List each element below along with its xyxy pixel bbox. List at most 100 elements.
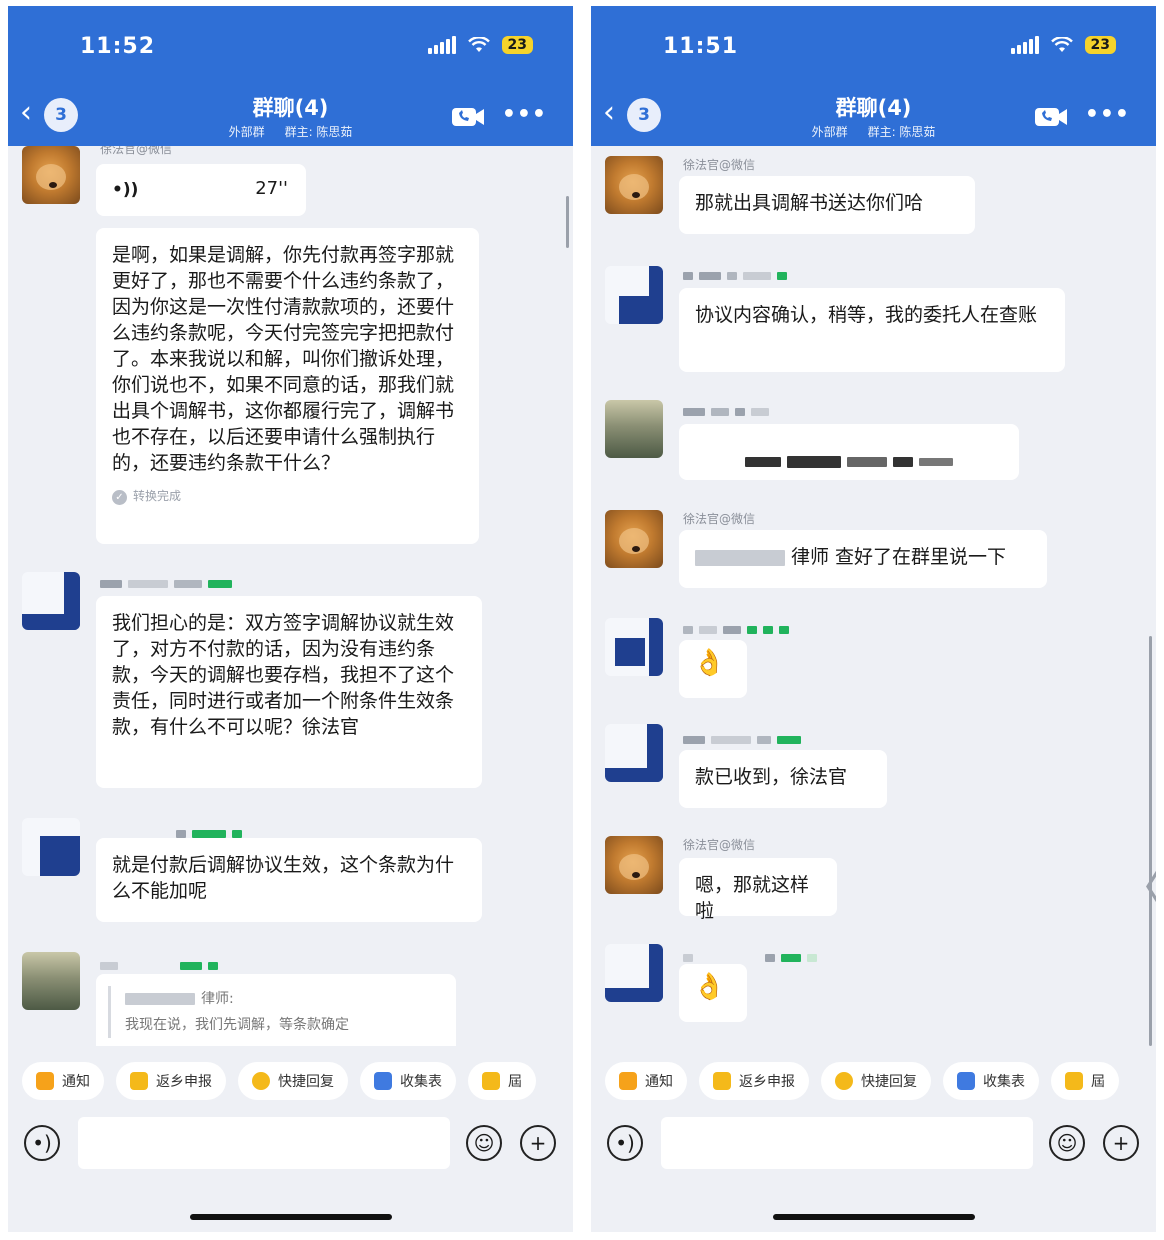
collection-form-chip[interactable]: 收集表 xyxy=(360,1062,456,1100)
message-bubble[interactable]: 款已收到，徐法官 xyxy=(679,750,887,808)
message-bubble[interactable]: 我们担心的是：双方签字调解协议就生效了，对方不付款的话，因为没有违约条款，今天的… xyxy=(96,596,482,788)
transcript-text: 是啊，如果是调解，你先付款再签字那就更好了，那也不需要个什么违约条款了，因为你这… xyxy=(112,244,455,474)
quick-action-bar: 通知 返乡申报 快捷回复 收集表 屆 xyxy=(591,1046,1156,1116)
avatar[interactable] xyxy=(605,510,663,568)
quote-block: 律师: 我现在说，我们先调解，等条款确定 xyxy=(108,986,444,1038)
avatar[interactable] xyxy=(605,944,663,1002)
more-chip[interactable]: 屆 xyxy=(1051,1062,1119,1100)
chip-label: 快捷回复 xyxy=(278,1074,334,1090)
calendar-icon xyxy=(482,1072,500,1090)
message-bubble[interactable]: 律师 查好了在群里说一下 xyxy=(679,530,1047,588)
document-icon xyxy=(713,1072,731,1090)
avatar[interactable] xyxy=(22,818,80,876)
chip-label: 通知 xyxy=(645,1074,673,1090)
avatar[interactable] xyxy=(22,146,80,204)
message-bubble[interactable]: 嗯，那就这样啦 xyxy=(679,858,837,922)
chip-label: 屆 xyxy=(1091,1074,1105,1090)
sender-name-redacted xyxy=(683,268,793,284)
input-bar: •) ☺ + xyxy=(8,1111,573,1181)
message-list[interactable]: 徐法官@微信 •)) 27'' 是啊，如果是调解，你先付款再签字那就更好了，那也… xyxy=(8,146,573,1046)
scrollbar[interactable] xyxy=(566,196,569,248)
message-bubble[interactable]: 就是付款后调解协议生效，这个条款为什么不能加呢 xyxy=(96,838,482,922)
avatar[interactable] xyxy=(605,400,663,458)
side-panel-chevron-icon[interactable]: 〈 xyxy=(1119,852,1156,918)
message-input[interactable] xyxy=(661,1117,1033,1169)
avatar[interactable] xyxy=(605,618,663,676)
status-time: 11:51 xyxy=(663,34,739,59)
more-options-icon[interactable]: ••• xyxy=(1085,102,1130,127)
avatar[interactable] xyxy=(605,156,663,214)
megaphone-icon xyxy=(36,1072,54,1090)
chip-label: 通知 xyxy=(62,1074,90,1090)
return-home-report-chip[interactable]: 返乡申报 xyxy=(116,1062,226,1100)
message-text: 律师 查好了在群里说一下 xyxy=(791,546,1007,568)
transcript-status: ✓ 转换完成 xyxy=(112,488,463,505)
status-time: 11:52 xyxy=(80,34,156,59)
sender-name-redacted xyxy=(100,958,224,974)
message-list[interactable]: 徐法官@微信 那就出具调解书送达你们哈 协议内容确认，稍等，我的委托人在查账 徐… xyxy=(591,146,1156,1046)
external-group-label: 外部群 xyxy=(228,125,265,139)
avatar[interactable] xyxy=(22,572,80,630)
more-options-icon[interactable]: ••• xyxy=(502,102,547,127)
home-indicator xyxy=(773,1214,975,1220)
status-icons: 23 xyxy=(1010,36,1116,54)
emoji-message-bubble[interactable]: 👌 xyxy=(679,640,747,698)
message-input[interactable] xyxy=(78,1117,450,1169)
video-call-icon[interactable] xyxy=(1034,106,1068,128)
sender-name: 徐法官@微信 xyxy=(683,838,756,852)
voice-input-icon[interactable]: •) xyxy=(607,1125,643,1161)
chip-label: 返乡申报 xyxy=(739,1074,795,1090)
scrollbar[interactable] xyxy=(1149,636,1152,1046)
add-icon[interactable]: + xyxy=(520,1125,556,1161)
emoji-icon[interactable]: ☺ xyxy=(466,1125,502,1161)
return-home-report-chip[interactable]: 返乡申报 xyxy=(699,1062,809,1100)
quoted-message-bubble[interactable]: 律师: 我现在说，我们先调解，等条款确定 xyxy=(96,974,456,1046)
quick-reply-chip[interactable]: 快捷回复 xyxy=(821,1062,931,1100)
quick-reply-chip[interactable]: 快捷回复 xyxy=(238,1062,348,1100)
avatar[interactable] xyxy=(605,266,663,324)
form-icon xyxy=(957,1072,975,1090)
notice-chip[interactable]: 通知 xyxy=(605,1062,687,1100)
chat-header: 11:52 23 ‹ 3 群聊(4) 外部群 群主: 陈思茹 ••• xyxy=(8,6,573,146)
avatar[interactable] xyxy=(22,952,80,1010)
collection-form-chip[interactable]: 收集表 xyxy=(943,1062,1039,1100)
transcript-status-label: 转换完成 xyxy=(133,489,182,503)
wifi-icon xyxy=(467,37,490,52)
sender-name-redacted xyxy=(100,576,238,592)
external-group-label: 外部群 xyxy=(811,125,848,139)
message-bubble[interactable]: 那就出具调解书送达你们哈 xyxy=(679,176,975,234)
voice-duration: 27'' xyxy=(255,178,288,199)
quote-author: 律师: xyxy=(125,986,444,1012)
avatar[interactable] xyxy=(605,724,663,782)
voice-message-bubble[interactable]: •)) 27'' xyxy=(96,164,306,216)
check-circle-icon: ✓ xyxy=(112,490,127,505)
cellular-signal-icon xyxy=(1010,36,1039,54)
input-bar: •) ☺ + xyxy=(591,1111,1156,1181)
add-icon[interactable]: + xyxy=(1103,1125,1139,1161)
chip-label: 屆 xyxy=(508,1074,522,1090)
voice-wave-icon: •)) xyxy=(112,180,139,200)
emoji-message-bubble[interactable]: 👌 xyxy=(679,964,747,1022)
calendar-icon xyxy=(1065,1072,1083,1090)
more-chip[interactable]: 屆 xyxy=(468,1062,536,1100)
sender-name: 徐法官@微信 xyxy=(683,158,756,172)
wifi-icon xyxy=(1050,37,1073,52)
message-bubble[interactable]: 协议内容确认，稍等，我的委托人在查账 xyxy=(679,288,1065,372)
emoji-icon[interactable]: ☺ xyxy=(1049,1125,1085,1161)
notice-chip[interactable]: 通知 xyxy=(22,1062,104,1100)
video-call-icon[interactable] xyxy=(451,106,485,128)
voice-transcript-bubble[interactable]: 是啊，如果是调解，你先付款再签字那就更好了，那也不需要个什么违约条款了，因为你这… xyxy=(96,228,479,544)
sender-name: 徐法官@微信 xyxy=(683,512,756,526)
reply-bubble-icon xyxy=(252,1072,270,1090)
sender-name: 徐法官@微信 xyxy=(100,146,173,156)
cellular-signal-icon xyxy=(427,36,456,54)
avatar[interactable] xyxy=(605,836,663,894)
document-icon xyxy=(130,1072,148,1090)
voice-input-icon[interactable]: •) xyxy=(24,1125,60,1161)
chat-header: 11:51 23 ‹ 3 群聊(4) 外部群 群主: 陈思茹 ••• xyxy=(591,6,1156,146)
chip-label: 返乡申报 xyxy=(156,1074,212,1090)
chat-subtitle: 外部群 群主: 陈思茹 xyxy=(8,123,573,140)
redacted-message-bubble[interactable] xyxy=(679,424,1019,480)
megaphone-icon xyxy=(619,1072,637,1090)
chat-screen-right: 11:51 23 ‹ 3 群聊(4) 外部群 群主: 陈思茹 ••• 徐法官@微信… xyxy=(591,6,1156,1232)
